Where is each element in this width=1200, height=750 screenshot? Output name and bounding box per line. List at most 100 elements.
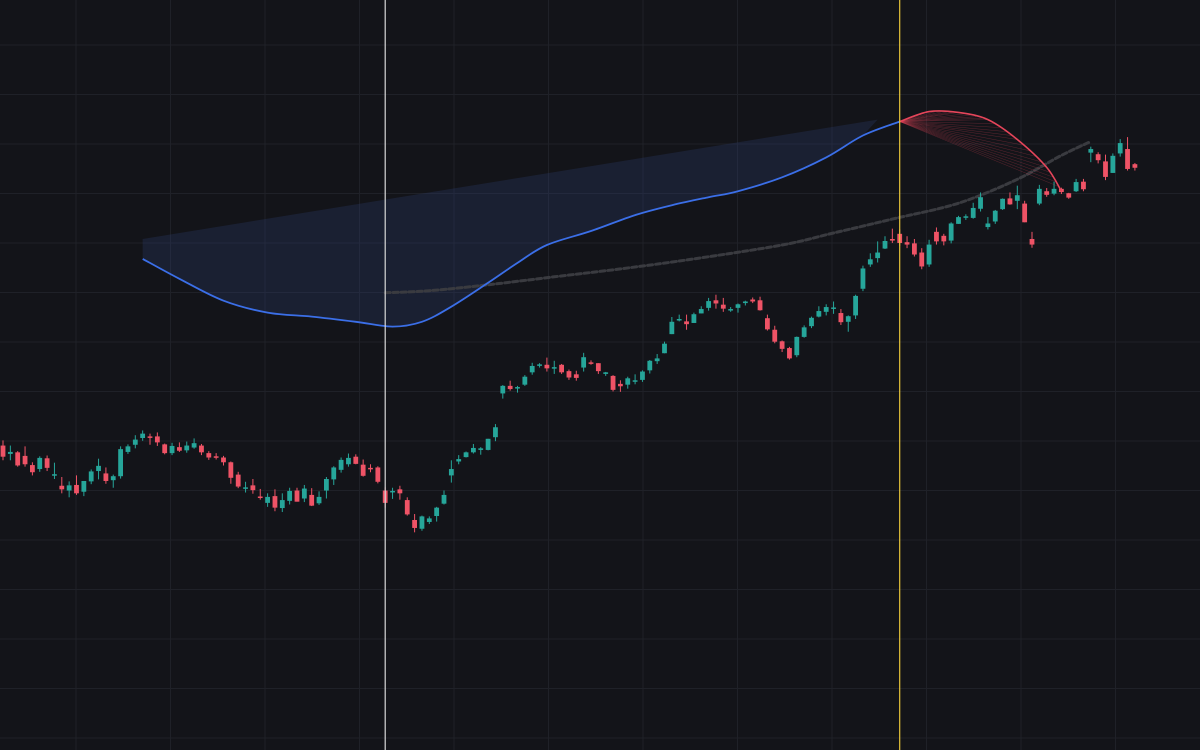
candle-body [610,375,616,390]
candle-body [81,480,87,492]
candle-body [316,496,322,504]
candle-body [125,446,131,452]
candle-body [757,300,763,311]
candle-body [522,376,528,385]
candle-body [228,462,234,478]
candle-body [448,469,454,476]
candle-body [169,445,175,454]
candle-body [823,307,829,312]
candle-up [522,375,528,386]
candle-up [118,446,123,479]
candle-body [162,444,168,454]
candlestick-chart[interactable] [0,0,1200,750]
candle-body [360,464,366,476]
candle-up [1000,198,1005,210]
candle-body [662,343,667,354]
candle-body [338,459,344,470]
candle-body [103,473,109,481]
candle-body [676,318,682,321]
candle-body [904,242,910,245]
candle-body [206,453,212,458]
candle-body [1095,154,1101,161]
candle-body [404,500,410,515]
candle-body [809,317,814,327]
candle-body [912,243,917,255]
candle-body [1110,155,1116,173]
candle-body [706,301,711,308]
candle-body [926,244,932,265]
candle-down [1022,200,1028,223]
candle-body [772,329,778,342]
candle-body [147,436,153,438]
candle-body [177,447,182,451]
candle-body [493,427,498,438]
candle-body [309,494,315,506]
candle-body [801,327,807,337]
candle-body [507,385,513,390]
candle-body [59,485,65,490]
candle-body [15,452,21,466]
candle-body [22,455,28,465]
candle-up [956,215,961,224]
candle-down [162,443,168,455]
candle-body [257,496,263,499]
candle-body [44,458,50,468]
candle-body [515,387,520,389]
candle-body [1000,198,1005,210]
candle-body [640,371,645,380]
candle-body [1029,239,1035,245]
candle-down [375,466,381,484]
candle-body [838,313,844,323]
candle-body [735,304,741,308]
candle-body [956,217,961,224]
candle-body [919,252,925,267]
candle-body [434,507,440,517]
candle-body [581,357,587,368]
candle-body [199,445,204,453]
candle-body [30,465,35,473]
candle-body [794,336,800,356]
candle-body [478,448,484,450]
candle-body [559,364,564,373]
candle-body [537,364,542,366]
candle-body [1103,161,1108,177]
candle-body [110,476,116,481]
candle-body [765,318,770,330]
candle-body [551,367,557,369]
candle-body [500,385,506,394]
candle-up [1110,153,1116,173]
candle-body [544,364,550,369]
candle-body [441,494,447,504]
candle-body [213,456,219,458]
candle-body [52,474,57,476]
candle-body [375,467,381,482]
candle-body [1022,203,1028,223]
candle-body [566,371,572,378]
candle-up [860,265,866,292]
candle-body [294,490,300,502]
chart-canvas[interactable] [0,0,1200,750]
candle-body [816,311,822,317]
candle-body [140,433,146,438]
candle-body [787,348,792,359]
candle-up [794,336,800,358]
candle-body [669,321,675,335]
candle-body [845,316,851,322]
candle-body [603,372,609,374]
candle-body [853,295,858,316]
candle-body [1066,193,1072,198]
candle-body [728,309,734,311]
candle-body [132,439,138,445]
candle-body [985,223,991,228]
candle-body [618,383,623,387]
candle-body [720,304,726,309]
candle-body [742,301,748,304]
candle-down [15,451,21,467]
candle-body [1073,182,1079,192]
candle-body [625,378,631,385]
candle-body [860,268,866,289]
candle-body [941,235,947,242]
candle-body [1125,149,1130,169]
candle-body [287,490,293,501]
candle-body [970,207,976,218]
